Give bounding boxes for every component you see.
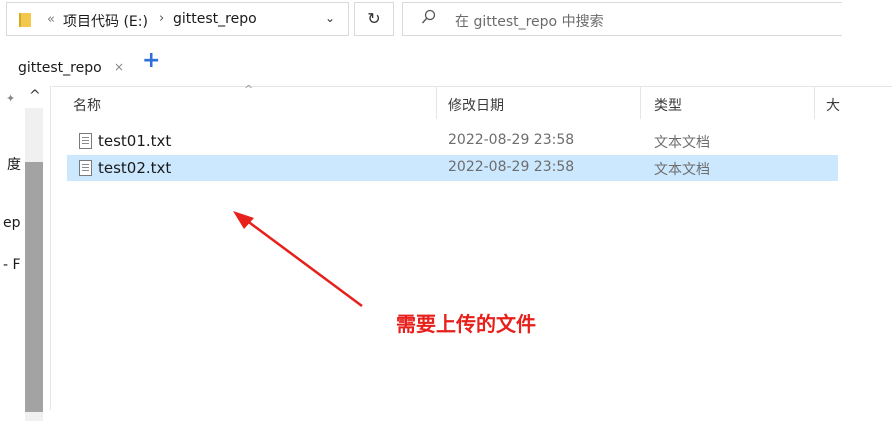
tab-label: gittest_repo <box>18 60 102 76</box>
plus-icon[interactable]: + <box>142 50 160 72</box>
column-type[interactable]: 类型 <box>654 95 682 115</box>
nav-scrollbar-thumb[interactable] <box>25 162 43 412</box>
breadcrumb-drive[interactable]: 项目代码 (E:) <box>63 11 148 31</box>
column-name[interactable]: 名称 <box>73 95 101 115</box>
breadcrumb-overflow[interactable]: « <box>47 12 55 27</box>
column-divider[interactable] <box>814 87 815 119</box>
column-divider[interactable] <box>436 87 437 119</box>
sort-indicator: ^ <box>244 83 254 96</box>
search-icon <box>421 9 437 29</box>
nav-item-fragment[interactable]: 度 <box>7 154 21 174</box>
column-header: ^ 名称 修改日期 类型 大 <box>52 83 892 120</box>
breadcrumb-separator[interactable]: › <box>159 11 164 26</box>
file-explorer-window: « 项目代码 (E:) › gittest_repo ⌄ ↻ 在 gittest… <box>0 0 892 421</box>
address-bar-row: « 项目代码 (E:) › gittest_repo ⌄ ↻ 在 gittest… <box>0 0 892 40</box>
file-text-icon <box>79 160 92 176</box>
column-size[interactable]: 大 <box>826 95 840 115</box>
file-text-icon <box>79 133 92 149</box>
address-bar[interactable]: « 项目代码 (E:) › gittest_repo ⌄ <box>6 2 349 36</box>
pane-divider[interactable] <box>50 86 51 410</box>
close-icon[interactable]: × <box>114 60 124 74</box>
nav-item-fragment[interactable]: ep <box>3 215 21 231</box>
search-placeholder: 在 gittest_repo 中搜索 <box>455 14 604 30</box>
column-divider[interactable] <box>640 87 641 119</box>
file-type: 文本文档 <box>654 135 710 151</box>
file-row[interactable]: test01.txt 2022-08-29 23:58 文本文档 <box>67 128 838 154</box>
breadcrumb-folder[interactable]: gittest_repo <box>173 11 257 27</box>
navigation-pane: ✦ ^ 度 ep - F <box>0 86 50 421</box>
file-date-modified: 2022-08-29 23:58 <box>448 132 575 148</box>
refresh-button[interactable]: ↻ <box>354 2 394 36</box>
column-date-modified[interactable]: 修改日期 <box>448 95 504 115</box>
file-type: 文本文档 <box>654 162 710 178</box>
file-name: test02.txt <box>98 159 172 177</box>
pin-icon[interactable]: ✦ <box>6 92 15 105</box>
nav-scroll-up[interactable]: ^ <box>29 88 41 104</box>
chevron-down-icon[interactable]: ⌄ <box>325 11 335 25</box>
search-input[interactable]: 在 gittest_repo 中搜索 <box>402 2 842 36</box>
annotation-label: 需要上传的文件 <box>396 312 536 336</box>
file-name: test01.txt <box>98 132 172 150</box>
folder-icon <box>19 13 31 27</box>
nav-item-fragment[interactable]: - F <box>3 257 21 273</box>
refresh-icon: ↻ <box>367 9 381 28</box>
tab-gittest-repo[interactable]: gittest_repo × <box>0 50 135 84</box>
file-row-selected[interactable]: test02.txt 2022-08-29 23:58 文本文档 <box>67 155 838 181</box>
file-date-modified: 2022-08-29 23:58 <box>448 159 575 175</box>
tab-strip: gittest_repo × + <box>0 44 892 84</box>
